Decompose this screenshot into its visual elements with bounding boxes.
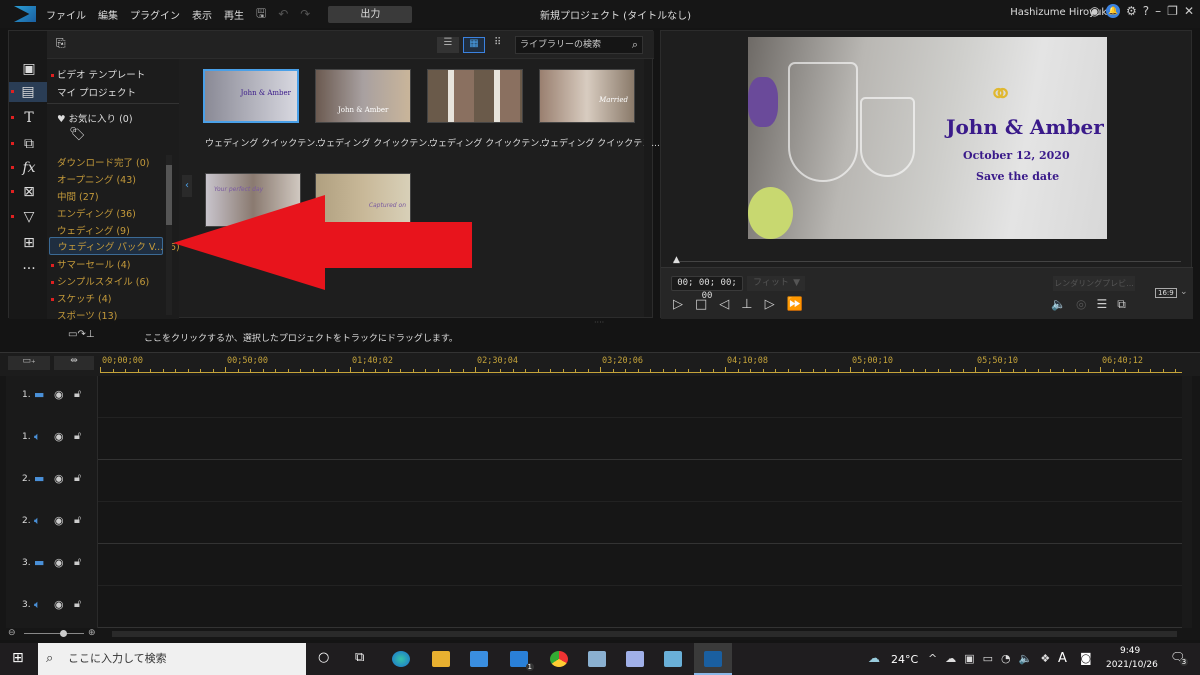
red-arrow-shape [173, 195, 472, 290]
annotation-arrow [173, 195, 472, 290]
